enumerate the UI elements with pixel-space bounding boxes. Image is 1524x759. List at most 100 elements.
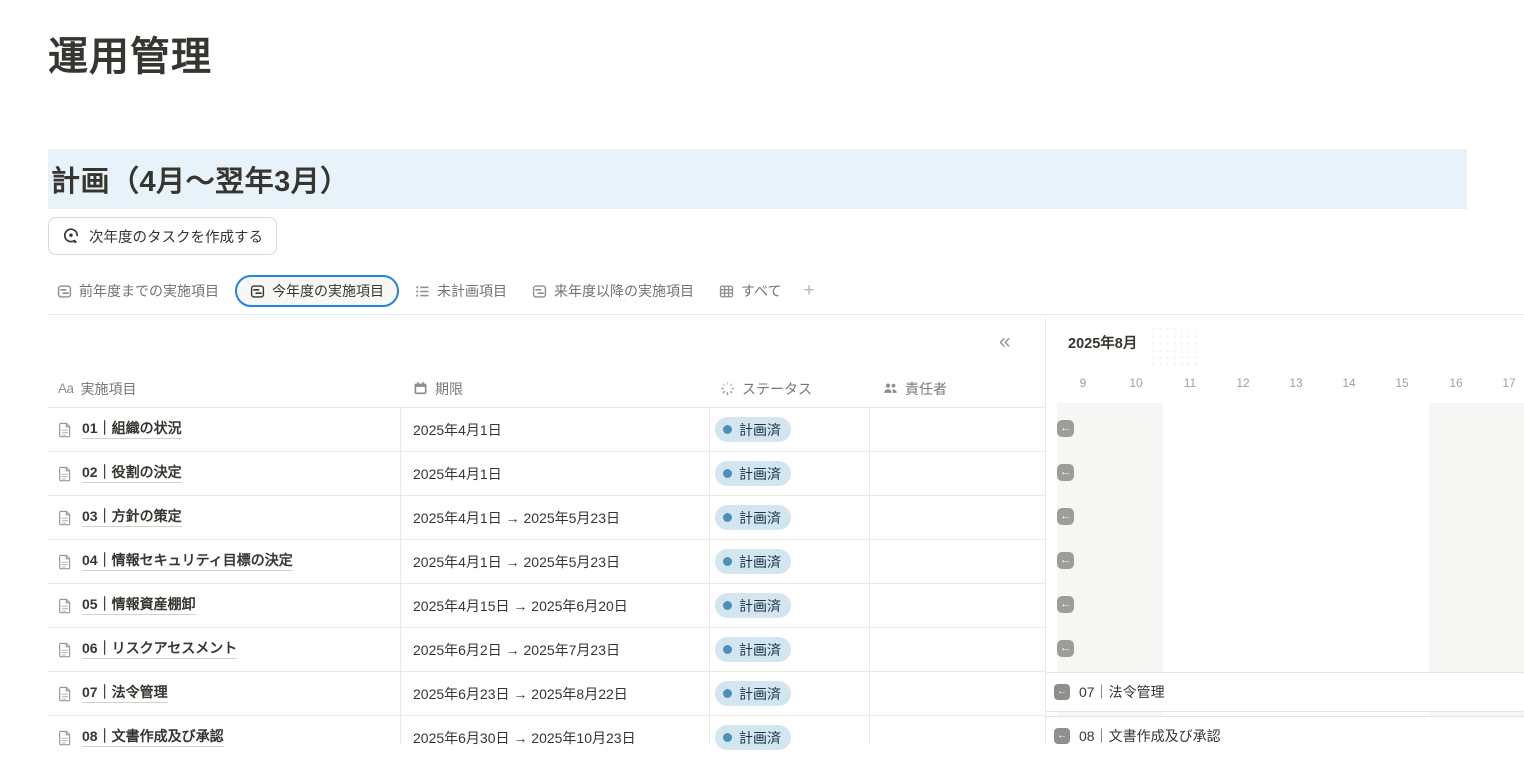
status-badge: 計画済 [715,725,791,750]
status-cell[interactable]: 計画済 [715,452,791,495]
scroll-to-start-button[interactable]: ← [1054,684,1070,700]
scroll-to-start-button[interactable]: ← [1054,728,1070,744]
view-tabs-bar: 前年度までの実施項目 今年度の実施項目 未計画項目 来年度以降の実施項目 すべて… [48,268,1524,315]
timeline-day-label: 16 [1439,376,1473,390]
page-icon [57,554,73,570]
due-date-cell[interactable]: 2025年6月30日 → 2025年10月23日 [413,716,636,759]
task-title: 04｜情報セキュリティ目標の決定 [82,552,293,572]
column-header-title[interactable]: Aa 実施項目 [58,370,137,407]
page-icon [57,510,73,526]
timeline-day-label: 11 [1173,376,1207,390]
timeline-day-label: 17 [1492,376,1524,390]
text-icon: Aa [58,381,74,396]
due-date-cell[interactable]: 2025年6月2日 → 2025年7月23日 [413,628,620,671]
scroll-to-bar-button[interactable]: ← [1057,552,1074,569]
timeline-day-label: 10 [1119,376,1153,390]
people-icon [883,381,898,396]
timeline-view-icon [57,284,72,299]
timeline-view-icon [532,284,547,299]
status-badge: 計画済 [715,637,791,662]
status-cell[interactable]: 計画済 [715,408,791,451]
task-title: 06｜リスクアセスメント [82,640,237,660]
table-row: 01｜組織の状況 2025年4月1日 計画済 [48,407,1045,451]
tab-future-years[interactable]: 来年度以降の実施項目 [523,276,703,306]
status-cell[interactable]: 計画済 [715,584,791,627]
create-next-year-tasks-button[interactable]: 次年度のタスクを作成する [48,217,277,255]
timeline-day-label: 13 [1279,376,1313,390]
timeline-pane: 2025年8月 9 10 11 12 13 14 15 16 17 ← ← ← … [1046,318,1524,745]
table-row: 06｜リスクアセスメント 2025年6月2日 → 2025年7月23日 計画済 [48,627,1045,671]
column-header-due[interactable]: 期限 [413,370,463,407]
column-divider [869,407,870,745]
task-title: 05｜情報資産棚卸 [82,596,196,616]
collapse-table-icon[interactable]: « [999,331,1011,352]
column-divider [400,407,401,745]
tab-previous-years[interactable]: 前年度までの実施項目 [48,276,228,306]
task-title-link[interactable]: 06｜リスクアセスメント [57,628,237,671]
task-title-link[interactable]: 07｜法令管理 [57,672,168,715]
status-dot-icon [723,733,732,742]
due-date-cell[interactable]: 2025年4月1日 → 2025年5月23日 [413,540,620,583]
due-date-cell[interactable]: 2025年4月1日 [413,452,502,495]
due-date-cell[interactable]: 2025年4月1日 → 2025年5月23日 [413,496,620,539]
scroll-to-bar-button[interactable]: ← [1057,420,1074,437]
timeline-month-label: 2025年8月 [1068,332,1137,353]
section-heading-band: 計画（4月～翌年3月） [48,149,1467,209]
page-title: 運用管理 [48,24,212,82]
tab-label: すべて [741,281,781,301]
scroll-to-bar-button[interactable]: ← [1057,464,1074,481]
page-icon [57,422,73,438]
tab-label: 前年度までの実施項目 [79,281,219,301]
calendar-icon [413,381,428,396]
column-label: 実施項目 [81,379,137,399]
table-row: 05｜情報資産棚卸 2025年4月15日 → 2025年6月20日 計画済 [48,583,1045,627]
status-dot-icon [723,557,732,566]
timeline-bar-label: 07｜法令管理 [1079,682,1165,702]
column-header-owner[interactable]: 責任者 [883,370,947,407]
tab-current-year[interactable]: 今年度の実施項目 [235,275,399,307]
page-icon [57,730,73,746]
timeline-bar[interactable]: ← 07｜法令管理 [1046,672,1524,712]
tab-unplanned[interactable]: 未計画項目 [406,276,516,306]
task-title: 08｜文書作成及び承認 [82,728,224,748]
task-title-link[interactable]: 03｜方針の策定 [57,496,182,539]
scroll-to-bar-button[interactable]: ← [1057,640,1074,657]
status-badge: 計画済 [715,461,791,486]
table-row: 07｜法令管理 2025年6月23日 → 2025年8月22日 計画済 [48,671,1045,715]
status-cell[interactable]: 計画済 [715,716,791,759]
task-title-link[interactable]: 02｜役割の決定 [57,452,182,495]
timeline-day-label: 12 [1226,376,1260,390]
status-cell[interactable]: 計画済 [715,628,791,671]
status-badge: 計画済 [715,505,791,530]
timeline-day-label: 9 [1066,376,1100,390]
add-view-icon[interactable]: + [797,280,820,302]
status-cell[interactable]: 計画済 [715,540,791,583]
column-header-status[interactable]: ステータス [720,370,812,407]
task-title-link[interactable]: 05｜情報資産棚卸 [57,584,196,627]
status-cell[interactable]: 計画済 [715,496,791,539]
due-date-cell[interactable]: 2025年6月23日 → 2025年8月22日 [413,672,628,715]
task-title: 07｜法令管理 [82,684,168,704]
timeline-bar[interactable]: ← 08｜文書作成及び承認 [1046,716,1524,745]
tab-label: 未計画項目 [437,281,507,301]
scroll-to-bar-button[interactable]: ← [1057,508,1074,525]
tab-label: 来年度以降の実施項目 [554,281,694,301]
status-dot-icon [723,425,732,434]
page-icon [57,686,73,702]
status-icon [720,381,735,396]
due-date-cell[interactable]: 2025年4月1日 [413,408,502,451]
tab-all[interactable]: すべて [710,276,790,306]
timeline-day-label: 14 [1332,376,1366,390]
table-row: 03｜方針の策定 2025年4月1日 → 2025年5月23日 計画済 [48,495,1045,539]
status-badge: 計画済 [715,593,791,618]
due-date-cell[interactable]: 2025年4月15日 → 2025年6月20日 [413,584,628,627]
task-title-link[interactable]: 01｜組織の状況 [57,408,182,451]
task-title-link[interactable]: 04｜情報セキュリティ目標の決定 [57,540,293,583]
table-view-icon [719,284,734,299]
task-title-link[interactable]: 08｜文書作成及び承認 [57,716,224,759]
column-label: 責任者 [905,379,947,399]
scroll-to-bar-button[interactable]: ← [1057,596,1074,613]
timeline-dot-pattern [1150,326,1200,370]
status-cell[interactable]: 計画済 [715,672,791,715]
column-label: ステータス [742,379,812,399]
